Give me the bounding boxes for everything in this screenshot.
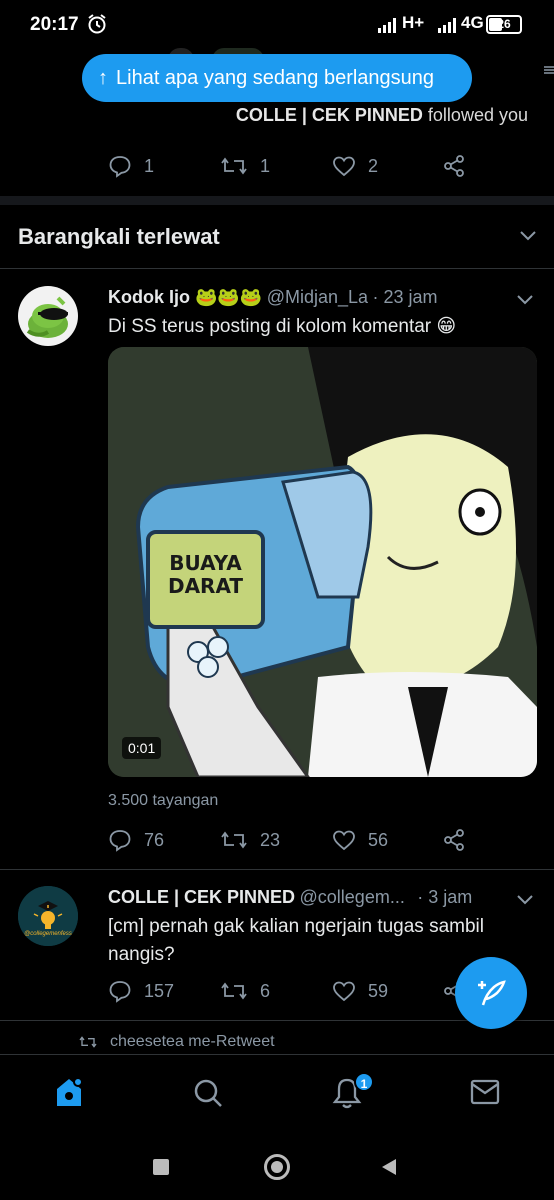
nav-search[interactable]: [192, 1077, 224, 1114]
thermometer-label: BUAYA DARAT: [148, 552, 263, 598]
tweet-text: [cm] pernah gak kalian ngerjain tugas sa…: [108, 916, 484, 965]
retweet-button[interactable]: 23: [220, 828, 280, 852]
reply-button[interactable]: 1: [108, 154, 154, 178]
reply-count: 157: [144, 980, 175, 1001]
home-icon: [57, 1077, 83, 1106]
battery-level: 26: [497, 17, 511, 31]
like-button[interactable]: 2: [332, 154, 378, 178]
heart-icon: [333, 830, 355, 851]
retweet-count: 1: [260, 155, 271, 176]
reply-icon: [109, 156, 131, 178]
nav-home[interactable]: [54, 1075, 84, 1114]
chevron-down-icon[interactable]: [518, 228, 538, 242]
tweet-header: COLLE | CEK PINNED @collegem... · 3 jam: [108, 887, 472, 908]
follow-action: followed you: [427, 105, 528, 125]
network-type-2: 4G: [461, 13, 484, 32]
avatar[interactable]: [18, 286, 78, 346]
video-duration: 0:01: [122, 737, 162, 759]
system-navigation: [0, 1134, 554, 1200]
share-button[interactable]: [442, 828, 466, 852]
heart-icon: [333, 156, 355, 177]
recent-apps-icon[interactable]: [153, 1159, 169, 1175]
like-count: 56: [368, 829, 389, 850]
show-new-tweets-button[interactable]: ↑ Lihat apa yang sedang berlangsung: [82, 54, 472, 102]
show-new-tweets-label: Lihat apa yang sedang berlangsung: [116, 66, 435, 89]
home-button-icon[interactable]: [264, 1154, 290, 1180]
author-handle[interactable]: @Midjan_La: [267, 287, 368, 307]
retweet-icon: [221, 982, 247, 1000]
follower-name[interactable]: COLLE | CEK PINNED: [236, 105, 423, 125]
reply-icon: [109, 830, 131, 852]
reply-icon: [109, 981, 131, 1003]
lightbulb-avatar-image: [18, 886, 78, 946]
chevron-down-icon[interactable]: [515, 892, 535, 906]
reply-count: 76: [144, 829, 165, 850]
share-icon: [444, 829, 464, 851]
tweet-video[interactable]: BUAYA DARAT: [108, 347, 537, 777]
reply-count: 1: [144, 155, 155, 176]
bottom-navigation: [0, 1054, 554, 1134]
like-button[interactable]: 56: [332, 828, 388, 852]
compose-tweet-button[interactable]: [455, 957, 527, 1029]
notification-count-badge: 1: [354, 1072, 374, 1092]
author-handle[interactable]: @collegem...: [300, 887, 405, 907]
battery-icon: 26: [486, 15, 522, 34]
divider: [0, 268, 554, 269]
share-button[interactable]: [442, 154, 466, 178]
tweet-header: Kodok Ijo 🐸🐸🐸 @Midjan_La · 23 jam: [108, 287, 438, 308]
compose-icon: [478, 980, 506, 1006]
like-button[interactable]: 59: [332, 979, 388, 1003]
thermometer-label-line1: BUAYA: [169, 551, 242, 575]
notification-actions: 1 1 2: [0, 154, 554, 184]
network-type-1: H+: [402, 13, 425, 32]
retweet-icon: [221, 831, 247, 849]
back-icon[interactable]: [380, 1158, 398, 1176]
author-name[interactable]: COLLE | CEK PINNED: [108, 887, 295, 907]
signal-icon-2: [438, 18, 456, 33]
thermometer-label-line2: DARAT: [167, 574, 244, 598]
tweet-text: Di SS terus posting di kolom komentar 😁: [108, 316, 457, 337]
tweet-actions: 76 23 56: [0, 828, 554, 858]
status-bar: 20:17 H+ 4G 26: [0, 0, 554, 50]
retweet-button[interactable]: 1: [220, 154, 270, 178]
tweet-time: · 3 jam: [417, 887, 473, 907]
frog-avatar-image: [26, 296, 68, 338]
reply-button[interactable]: 76: [108, 828, 164, 852]
section-title: Barangkali terlewat: [18, 224, 220, 249]
retweet-count: 23: [260, 829, 281, 850]
alarm-icon: [88, 14, 106, 34]
share-icon: [444, 155, 464, 177]
more-icon[interactable]: [544, 62, 554, 74]
mail-icon: [470, 1079, 500, 1105]
retweet-icon: [79, 1036, 97, 1048]
reply-button[interactable]: 157: [108, 979, 174, 1003]
heart-icon: [333, 981, 355, 1002]
author-name[interactable]: Kodok Ijo 🐸🐸🐸: [108, 287, 262, 307]
nav-messages[interactable]: [470, 1079, 500, 1110]
retweeted-by: cheesetea me-Retweet: [78, 1033, 275, 1051]
view-count: 3.500 tayangan: [108, 792, 219, 809]
arrow-up-icon: ↑: [98, 66, 108, 89]
tweet-time: · 23 jam: [372, 287, 438, 307]
status-time: 20:17: [30, 14, 79, 35]
chevron-down-icon[interactable]: [515, 292, 535, 306]
retweet-count: 6: [260, 980, 271, 1001]
signal-icon: [378, 18, 396, 33]
search-icon: [194, 1079, 222, 1107]
retweeted-by-text: cheesetea me-Retweet: [110, 1033, 275, 1050]
follow-notification-text: COLLE | CEK PINNED followed you: [236, 105, 528, 126]
avatar-text: @collegemenfess: [24, 931, 72, 937]
avatar[interactable]: @collegemenfess: [18, 886, 78, 946]
like-count: 2: [368, 155, 379, 176]
retweet-button[interactable]: 6: [220, 979, 270, 1003]
retweet-icon: [221, 157, 247, 175]
section-divider: [0, 196, 554, 205]
like-count: 59: [368, 980, 389, 1001]
